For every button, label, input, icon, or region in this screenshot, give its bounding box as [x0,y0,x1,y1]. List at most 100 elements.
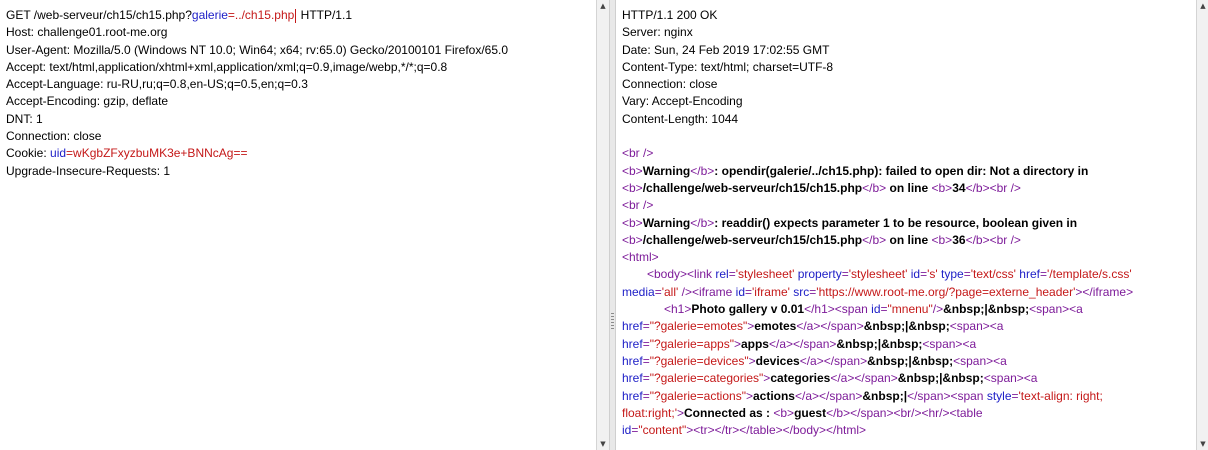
response-line: Content-Length: 1044 [622,111,1192,128]
response-line: id="content"><tr></tr></table></body></h… [622,422,1192,439]
request-line: Connection: close [6,128,592,145]
token: Accept: text/html,application/xhtml+xml,… [6,59,448,74]
token: apps [740,336,769,351]
token: &nbsp;|&nbsp; [867,353,954,368]
response-line: <b>/challenge/web-serveur/ch15/ch15.php<… [622,180,1192,197]
response-line: Date: Sun, 24 Feb 2019 17:02:55 GMT [622,42,1192,59]
response-line: href="?galerie=apps">apps</a></span>&nbs… [622,336,1192,353]
token: <b> [773,405,795,420]
response-line: Server: nginx [622,24,1192,41]
token: "content" [638,423,687,438]
token: 34 [952,180,966,195]
token: = [1011,388,1019,403]
token: href [622,319,643,334]
token: = [642,336,650,351]
request-line: Upgrade-Insecure-Requests: 1 [6,163,592,180]
token: <body><link [647,267,716,282]
token: "mnenu" [887,302,933,317]
token: property [794,267,842,282]
token: Photo gallery v 0.01 [691,302,805,317]
token: User-Agent: Mozilla/5.0 (Windows NT 10.0… [6,42,509,57]
token: 'iframe' [752,284,790,299]
token: = [642,353,650,368]
scroll-down-icon[interactable]: ▼ [1197,438,1208,450]
scroll-down-icon[interactable]: ▼ [597,438,609,450]
token: <span><a [922,336,977,351]
token: /> [932,302,944,317]
token: </b> [862,180,887,195]
token: > [733,336,741,351]
token: </b> [690,215,715,230]
token: = [880,302,888,317]
token: <b> [931,232,953,247]
scroll-up-icon[interactable]: ▲ [597,0,609,12]
request-line: Accept-Encoding: gzip, deflate [6,93,592,110]
response-line: HTTP/1.1 200 OK [622,7,1192,24]
response-line: <html> [622,249,1192,266]
token: "?galerie=categories" [649,371,764,386]
token: </a></span> [794,388,863,403]
response-line: <br /> [622,145,1192,162]
response-scrollbar[interactable]: ▲ ▼ [1196,0,1208,450]
token: </b><br /> [965,180,1021,195]
request-line: Cookie: uid=wKgbZFxyzbuMK3e+BNNcAg== [6,145,592,162]
token: &nbsp;| [862,388,908,403]
token: 'text-align: right; [1018,388,1103,403]
token: <span><a [949,319,1004,334]
token: </b> [862,232,887,247]
token: type [937,267,964,282]
response-text[interactable]: HTTP/1.1 200 OK Server: nginx Date: Sun, 2… [622,7,1192,439]
token: Accept-Encoding: gzip, deflate [6,94,169,109]
token: src [789,284,810,299]
request-text[interactable]: GET /web-serveur/ch15/ch15.php?galerie=.… [6,7,592,180]
token: guest [794,405,827,420]
token: HTTP/1.1 [297,8,352,22]
token: </a></span> [796,319,864,334]
request-editor[interactable]: GET /web-serveur/ch15/ch15.php?galerie=.… [0,0,596,450]
token: /challenge/web-serveur/ch15/ch15.php [642,232,863,247]
token: GET /web-serveur/ch15/ch15.php? [6,8,192,22]
token: actions [752,388,795,403]
pane-splitter[interactable] [609,0,616,450]
token: =wKgbZFxyzbuMK3e+BNNcAg== [66,146,248,161]
token: href [622,353,643,368]
token: rel [715,267,729,282]
response-line: href="?galerie=devices">devices</a></spa… [622,353,1192,370]
token: Cookie: [6,146,51,161]
response-line: <body><link rel='stylesheet' property='s… [622,266,1192,283]
token: : opendir(galerie/../ch15.php): failed t… [714,163,1089,178]
token: media [622,284,655,299]
splitter-grip-icon[interactable] [611,313,614,329]
token: = [642,319,650,334]
token: "?galerie=apps" [649,336,734,351]
token: 'https://www.root-me.org/?page=externe_h… [816,284,1076,299]
token: </a></span> [830,371,898,386]
token: > [748,353,756,368]
token: <br /> [622,146,654,161]
request-line: Accept: text/html,application/xhtml+xml,… [6,59,592,76]
token: <span><a [983,371,1038,386]
token: &nbsp;|&nbsp; [863,319,950,334]
token: Connection: close [622,77,718,92]
token: /challenge/web-serveur/ch15/ch15.php [642,180,863,195]
token: href [622,336,643,351]
token: Accept-Language: ru-RU,ru;q=0.8,en-US;q=… [6,77,308,92]
scroll-up-icon[interactable]: ▲ [1197,0,1208,12]
token: href [622,388,643,403]
response-viewer[interactable]: HTTP/1.1 200 OK Server: nginx Date: Sun, 2… [616,0,1196,450]
request-scrollbar[interactable]: ▲ ▼ [596,0,609,450]
token: 36 [952,232,966,247]
token: style [986,388,1012,403]
token: </b><br /> [965,232,1021,247]
response-line: Connection: close [622,76,1192,93]
token: =../ch15.php [227,8,295,22]
token: 'stylesheet' [735,267,795,282]
token: uid [50,146,67,161]
token: </a></span> [768,336,837,351]
token: ></iframe> [1075,284,1134,299]
token: <br /> [622,198,654,213]
token: devices [755,353,800,368]
response-line: media='all' /><iframe id='iframe' src='h… [622,284,1192,301]
token: Warning [642,163,691,178]
token: > [745,388,753,403]
